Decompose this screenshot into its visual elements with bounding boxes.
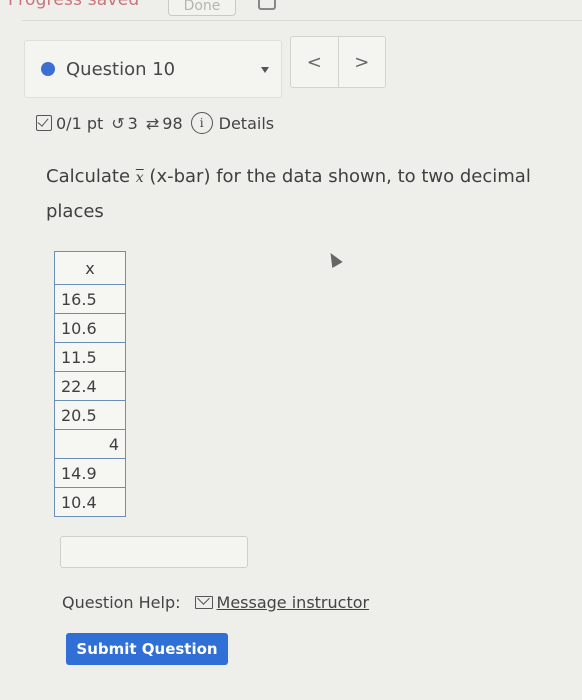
question-nav: < > (290, 36, 386, 88)
progress-status: Progress saved (8, 0, 140, 10)
prompt-text-start: Calculate (46, 166, 136, 187)
table-header: x (54, 251, 126, 285)
toolbar-icon[interactable] (258, 0, 276, 10)
table-cell: 4 (54, 429, 126, 459)
table-cell: 22.4 (54, 371, 126, 401)
table-cell: 11.5 (54, 342, 126, 372)
info-icon[interactable]: i (190, 112, 213, 134)
previous-question-button[interactable]: < (291, 37, 339, 87)
chevron-down-icon (261, 67, 269, 73)
table-cell: 20.5 (54, 400, 126, 430)
details-link[interactable]: Details (219, 114, 274, 133)
help-label: Question Help: (62, 592, 181, 612)
done-button[interactable]: Done (168, 0, 236, 16)
question-selector[interactable]: Question 10 (24, 40, 282, 98)
top-bar: Progress saved Done (0, 0, 582, 20)
question-meta: 0/1 pt ↺ 3 ⇄ 98 i Details (36, 110, 274, 136)
table-cell: 16.5 (54, 284, 126, 314)
table-cell: 10.6 (54, 313, 126, 343)
next-question-button[interactable]: > (339, 37, 386, 87)
divider (22, 20, 582, 21)
attempts-count: 3 (127, 113, 138, 133)
submit-question-button[interactable]: Submit Question (66, 633, 228, 665)
status-dot-icon (41, 62, 55, 76)
question-help: Question Help: Message instructor (62, 590, 369, 614)
table-cell: 10.4 (54, 487, 126, 517)
submissions-icon: ⇄ (145, 113, 160, 133)
mail-icon (194, 595, 213, 609)
mouse-cursor-icon (325, 249, 343, 269)
xbar-symbol: x (135, 170, 144, 186)
question-prompt: Calculate x (x-bar) for the data shown, … (46, 160, 556, 228)
score-text: 0/1 pt (56, 113, 104, 133)
question-label: Question 10 (66, 58, 176, 80)
message-instructor-link[interactable]: Message instructor (217, 593, 370, 612)
data-table: x 16.5 10.6 11.5 22.4 20.5 4 14.9 10.4 (54, 251, 126, 517)
retry-icon: ↺ (111, 113, 125, 133)
submissions-count: 98 (162, 113, 183, 133)
table-cell: 14.9 (54, 458, 126, 488)
answer-input[interactable] (60, 536, 248, 568)
checkbox-icon (36, 115, 52, 131)
